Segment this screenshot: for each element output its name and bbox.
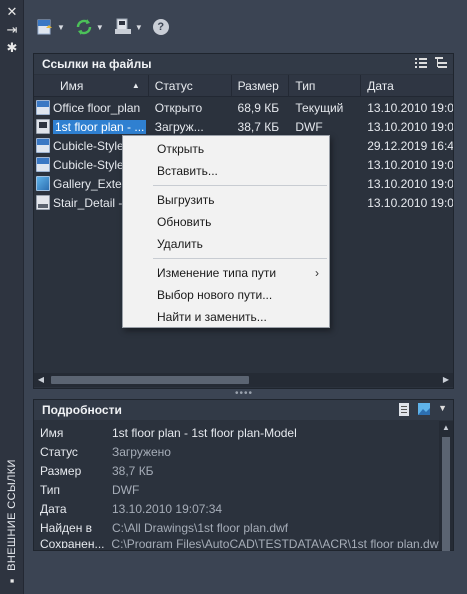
- dwg-file-icon: [36, 100, 50, 115]
- file-name: Office floor_plan: [53, 100, 141, 115]
- file-size: 68,9 КБ: [237, 100, 280, 115]
- file-status: Загруж...: [154, 119, 204, 134]
- chevron-down-icon[interactable]: ▼: [57, 23, 65, 32]
- table-row[interactable]: Office floor_plan Открыто 68,9 КБ Текущи…: [34, 98, 453, 117]
- file-date: 13.10.2010 19:07:...: [367, 157, 453, 172]
- detail-row: Тип DWF: [40, 482, 140, 497]
- column-header-date[interactable]: Дата: [361, 75, 453, 97]
- file-name: Gallery_Exter: [53, 176, 126, 191]
- attach-dwg-icon: [37, 19, 52, 35]
- details-list: Имя 1st floor plan - 1st floor plan-Model…: [34, 423, 439, 549]
- chevron-right-icon: ›: [315, 266, 319, 280]
- menu-item-attach[interactable]: Вставить...: [123, 160, 329, 182]
- detail-row: Статус Загружено: [40, 444, 171, 459]
- dwg-file-icon: [36, 157, 50, 172]
- change-path-icon: [114, 18, 131, 34]
- image-file-icon: [36, 176, 50, 191]
- toolbar: ▼ ▼ ▼ ?: [36, 16, 169, 38]
- refresh-icon: [76, 19, 92, 35]
- menu-item-unload[interactable]: Выгрузить: [123, 189, 329, 211]
- file-type: Текущий: [295, 100, 344, 115]
- file-name: Cubicle-Style: [53, 138, 124, 153]
- table-row[interactable]: 1st floor plan - ... Загруж... 38,7 КБ D…: [34, 117, 453, 136]
- refresh-button[interactable]: ▼: [75, 18, 104, 36]
- column-header-name[interactable]: Имя ▲: [34, 75, 149, 97]
- file-date: 13.10.2010 19:07:...: [367, 100, 453, 115]
- scroll-up-icon[interactable]: ▲: [439, 423, 453, 432]
- menu-item-open[interactable]: Открыть: [123, 138, 329, 160]
- horizontal-scrollbar[interactable]: ◀ ▶: [34, 373, 453, 387]
- detail-row: Найден в C:\All Drawings\1st floor plan.d…: [40, 520, 289, 535]
- details-panel: Подробности ▼ Имя 1st floor plan - 1st fl…: [33, 399, 454, 551]
- file-date: 29.12.2019 16:45:...: [367, 138, 453, 153]
- scroll-left-icon[interactable]: ◀: [34, 373, 48, 387]
- file-date: 13.10.2010 19:07:...: [367, 195, 453, 210]
- file-date: 13.10.2010 19:07:...: [367, 176, 453, 191]
- table-header: Имя ▲ Статус Размер Тип Дата: [34, 75, 453, 97]
- column-header-status[interactable]: Статус: [149, 75, 232, 97]
- change-path-button[interactable]: ▼: [114, 18, 143, 36]
- dwf-file-icon: [36, 119, 50, 134]
- chevron-down-icon[interactable]: ▼: [96, 23, 104, 32]
- menu-item-find-replace[interactable]: Найти и заменить...: [123, 306, 329, 328]
- list-view-icon[interactable]: [415, 57, 427, 69]
- close-icon[interactable]: ✕: [5, 5, 19, 19]
- file-status: Открыто: [154, 100, 203, 115]
- tree-view-icon[interactable]: [435, 57, 447, 69]
- menu-item-reload[interactable]: Обновить: [123, 211, 329, 233]
- chevron-down-icon[interactable]: ▼: [135, 23, 143, 32]
- file-date: 13.10.2010 19:07:...: [367, 119, 453, 134]
- file-name: 1st floor plan - ...: [53, 119, 147, 134]
- detail-row: Дата 13.10.2010 19:07:34: [40, 501, 223, 516]
- details-header: Подробности ▼: [34, 400, 453, 420]
- file-type: DWF: [295, 119, 323, 134]
- pdf-file-icon: [36, 195, 50, 210]
- menu-item-select-new-path[interactable]: Выбор нового пути...: [123, 284, 329, 306]
- column-header-size[interactable]: Размер: [232, 75, 290, 97]
- details-title: Подробности: [42, 403, 122, 417]
- column-header-type[interactable]: Тип: [289, 75, 362, 97]
- vertical-scrollbar[interactable]: ▲: [439, 421, 453, 551]
- file-name: Stair_Detail -: [53, 195, 123, 210]
- autohide-icon[interactable]: ⇥: [5, 23, 19, 37]
- menu-separator: [153, 258, 327, 259]
- palette-title: ВНЕШНИЕ ССЫЛКИ: [6, 459, 18, 571]
- palette-footer-icon: ▪: [9, 573, 15, 588]
- file-size: 38,7 КБ: [237, 119, 280, 134]
- help-icon[interactable]: ?: [152, 19, 169, 35]
- menu-item-detach[interactable]: Удалить: [123, 233, 329, 255]
- splitter-grip[interactable]: ••••: [235, 389, 253, 399]
- scrollbar-thumb[interactable]: [442, 437, 450, 551]
- scroll-right-icon[interactable]: ▶: [439, 373, 453, 387]
- file-references-title: Ссылки на файлы: [42, 57, 152, 71]
- attach-button[interactable]: ▼: [36, 18, 65, 36]
- chevron-down-icon[interactable]: ▼: [438, 403, 447, 416]
- sort-ascending-icon: ▲: [131, 81, 140, 90]
- menu-separator: [153, 185, 327, 186]
- detail-row: Имя 1st floor plan - 1st floor plan-Model: [40, 425, 297, 440]
- dwg-file-icon: [36, 138, 50, 153]
- properties-icon[interactable]: ✱: [5, 41, 19, 55]
- file-references-header: Ссылки на файлы: [34, 54, 453, 74]
- preview-icon[interactable]: [418, 403, 431, 415]
- scrollbar-thumb[interactable]: [51, 376, 249, 384]
- menu-item-path-type[interactable]: Изменение типа пути ›: [123, 262, 329, 284]
- palette-title-strip: ✕ ⇥ ✱ ВНЕШНИЕ ССЫЛКИ ▪: [0, 0, 24, 594]
- file-name: Cubicle-Style: [53, 157, 124, 172]
- context-menu: Открыть Вставить... Выгрузить Обновить У…: [122, 135, 330, 328]
- detail-row: Сохранен... C:\Program Files\AutoCAD\TEST…: [40, 537, 439, 548]
- details-view-icon[interactable]: [398, 403, 410, 416]
- detail-row: Размер 38,7 КБ: [40, 463, 154, 478]
